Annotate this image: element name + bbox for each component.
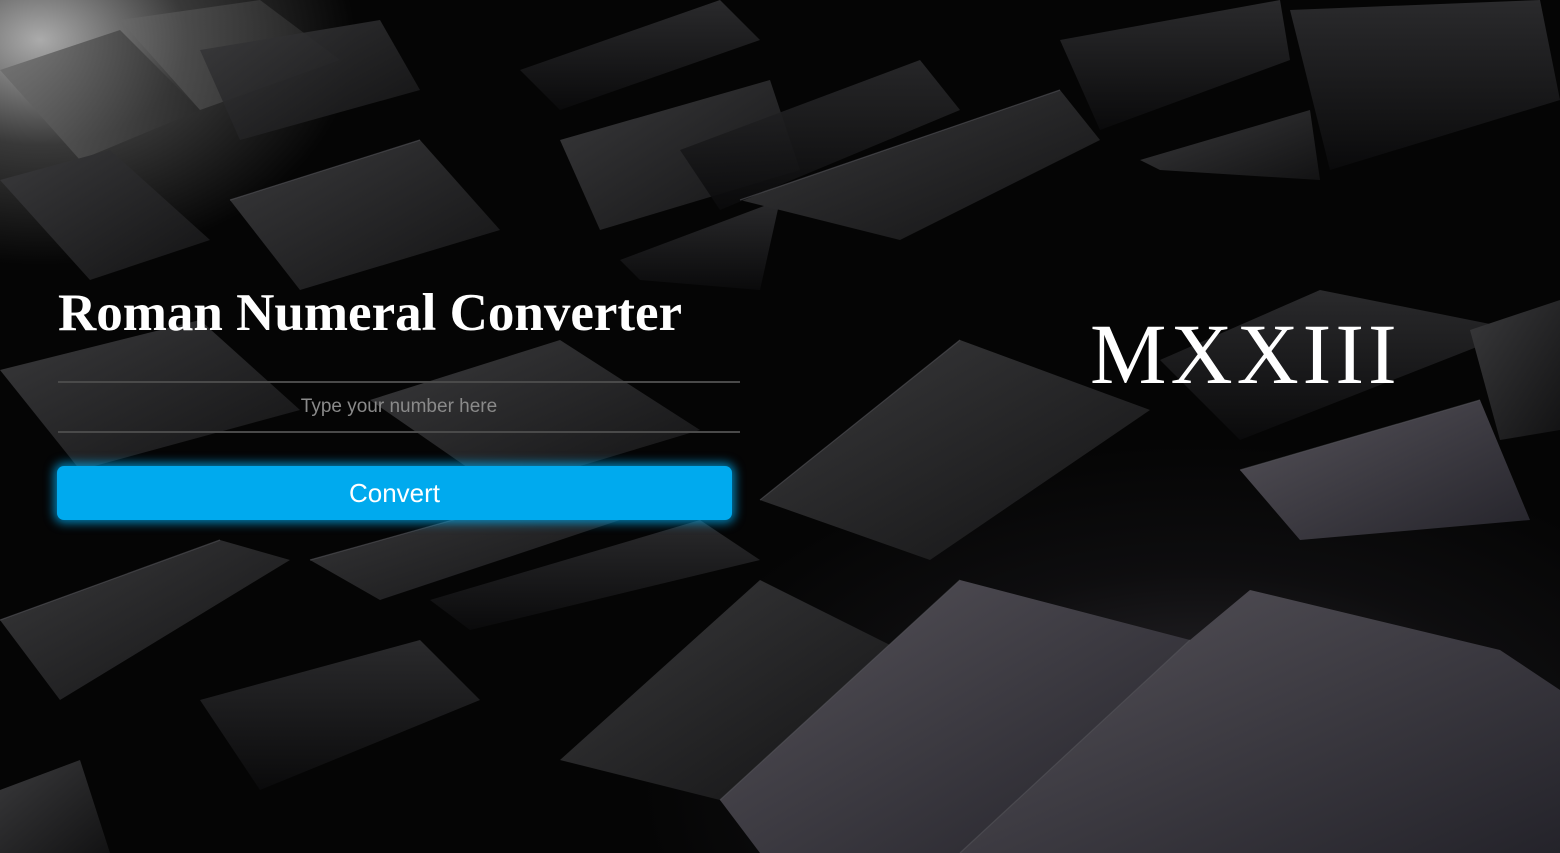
roman-numeral-result: MXXIII [1090, 306, 1401, 402]
converter-page: Roman Numeral Converter Convert MXXIII [0, 0, 1560, 853]
number-input[interactable] [58, 381, 740, 433]
convert-button[interactable]: Convert [57, 466, 732, 520]
page-title: Roman Numeral Converter [58, 284, 683, 342]
